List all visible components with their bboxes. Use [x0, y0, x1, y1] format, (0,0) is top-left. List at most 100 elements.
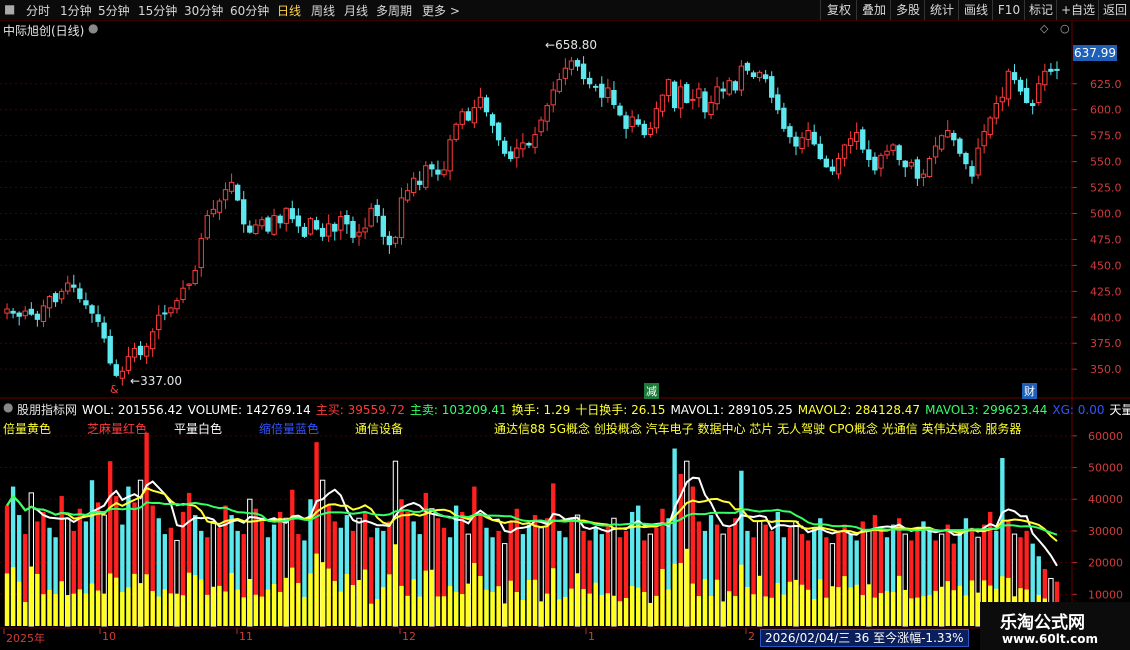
volume-bar-17[interactable]	[108, 461, 113, 626]
candle-125[interactable]	[762, 69, 769, 83]
candle-116[interactable]	[708, 95, 714, 120]
candle-155[interactable]	[945, 120, 951, 139]
candle-17[interactable]	[107, 329, 113, 366]
volume-bar-3[interactable]	[23, 534, 28, 626]
candle-156[interactable]	[951, 130, 957, 147]
volume-bar-155[interactable]	[945, 524, 950, 626]
candle-37[interactable]	[228, 173, 235, 194]
volume-bar-66[interactable]	[405, 511, 410, 626]
candle-75[interactable]	[459, 108, 465, 130]
candle-11[interactable]	[71, 274, 77, 293]
candle-157[interactable]	[957, 136, 963, 157]
volume-bar-88[interactable]	[538, 527, 544, 627]
volume-bar-156[interactable]	[951, 543, 956, 626]
volume-bar-80[interactable]	[490, 537, 495, 626]
candle-70[interactable]	[429, 161, 435, 177]
indicator-name[interactable]: 股朋指标网	[17, 401, 77, 418]
candle-154[interactable]	[938, 134, 945, 152]
volume-bar-123[interactable]	[751, 537, 756, 626]
volume-bar-84[interactable]	[514, 508, 520, 626]
candle-160[interactable]	[975, 138, 981, 179]
volume-bar-101[interactable]	[617, 537, 623, 626]
candle-44[interactable]	[271, 208, 277, 237]
volume-bar-151[interactable]	[921, 521, 926, 626]
candle-110[interactable]	[671, 80, 678, 112]
volume-bar-157[interactable]	[957, 530, 963, 626]
candle-84[interactable]	[514, 138, 520, 168]
candle-144[interactable]	[878, 152, 884, 177]
period-tab-6[interactable]: 日线	[277, 2, 301, 19]
candle-145[interactable]	[884, 144, 890, 160]
volume-bar-139[interactable]	[848, 534, 853, 626]
volume-bar-146[interactable]	[890, 524, 896, 626]
volume-bar-58[interactable]	[356, 517, 362, 627]
volume-bar-48[interactable]	[296, 534, 301, 626]
volume-bar-78[interactable]	[478, 515, 483, 626]
event-marker-finance[interactable]: 财	[1022, 383, 1037, 399]
volume-bar-6[interactable]	[41, 511, 46, 626]
candle-114[interactable]	[696, 82, 702, 108]
volume-bar-159[interactable]	[969, 527, 975, 626]
volume-bar-5[interactable]	[35, 521, 40, 626]
period-tab-3[interactable]: 15分钟	[138, 2, 177, 19]
volume-bar-19[interactable]	[120, 524, 125, 626]
candle-71[interactable]	[435, 160, 441, 181]
candle-81[interactable]	[495, 121, 502, 146]
volume-bar-72[interactable]	[441, 527, 447, 626]
candle-61[interactable]	[374, 199, 380, 223]
candle-102[interactable]	[623, 111, 629, 139]
candle-140[interactable]	[854, 122, 860, 150]
volume-bar-35[interactable]	[217, 527, 222, 626]
volume-bar-30[interactable]	[186, 492, 192, 626]
candle-58[interactable]	[356, 223, 362, 246]
candle-74[interactable]	[453, 122, 459, 142]
candle-137[interactable]	[835, 152, 842, 180]
candle-122[interactable]	[744, 61, 751, 75]
candle-67[interactable]	[410, 172, 417, 197]
volume-bar-31[interactable]	[192, 515, 198, 626]
candle-10[interactable]	[65, 275, 71, 295]
volume-bar-153[interactable]	[933, 540, 938, 626]
candle-124[interactable]	[756, 70, 763, 82]
volume-bar-65[interactable]	[399, 499, 404, 626]
candle-123[interactable]	[750, 70, 757, 79]
candle-30[interactable]	[186, 282, 192, 290]
candle-164[interactable]	[999, 87, 1006, 112]
volume-bar-136[interactable]	[829, 543, 836, 627]
candle-138[interactable]	[841, 143, 848, 167]
volume-bar-143[interactable]	[872, 515, 878, 626]
indicator-settings-icon[interactable]: ●	[3, 400, 13, 414]
candle-69[interactable]	[423, 161, 429, 191]
candle-47[interactable]	[289, 200, 295, 223]
candle-55[interactable]	[338, 210, 344, 240]
volume-bar-41[interactable]	[253, 508, 259, 626]
volume-bar-108[interactable]	[660, 508, 665, 626]
volume-bar-134[interactable]	[818, 518, 823, 626]
diamond-icon[interactable]: ◇	[1040, 22, 1048, 35]
volume-bar-129[interactable]	[787, 527, 793, 626]
volume-bar-56[interactable]	[344, 515, 350, 626]
volume-bar-61[interactable]	[375, 527, 380, 626]
volume-bar-140[interactable]	[854, 540, 859, 626]
candle-165[interactable]	[1005, 68, 1012, 107]
volume-bar-57[interactable]	[350, 530, 356, 626]
candle-147[interactable]	[896, 143, 902, 166]
volume-bar-21[interactable]	[132, 502, 137, 626]
volume-bar-93[interactable]	[569, 521, 574, 626]
volume-bar-114[interactable]	[696, 521, 702, 626]
volume-bar-105[interactable]	[642, 540, 647, 626]
volume-bar-107[interactable]	[654, 527, 659, 626]
candle-98[interactable]	[599, 76, 605, 107]
volume-bar-96[interactable]	[587, 540, 592, 626]
volume-bar-138[interactable]	[842, 524, 847, 626]
volume-bar-124[interactable]	[756, 520, 763, 627]
volume-bar-133[interactable]	[812, 527, 817, 626]
candle-173[interactable]	[1054, 61, 1060, 80]
volume-bar-59[interactable]	[362, 511, 368, 626]
volume-bar-27[interactable]	[168, 527, 174, 626]
volume-bar-144[interactable]	[878, 527, 884, 626]
toolbar-button-7[interactable]: +自选	[1056, 0, 1099, 20]
candle-167[interactable]	[1017, 76, 1024, 95]
candle-148[interactable]	[902, 160, 908, 177]
candle-54[interactable]	[332, 222, 338, 241]
